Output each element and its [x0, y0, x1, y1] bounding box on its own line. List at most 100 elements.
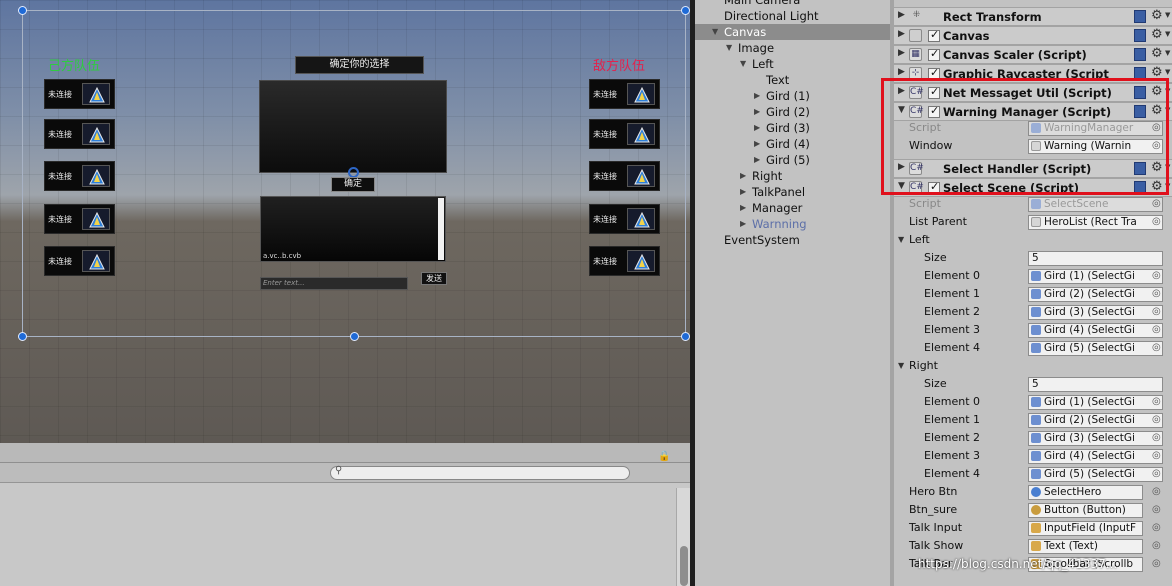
array-element-row[interactable]: Element 3 Gird (4) (SelectGi ◎	[894, 321, 1172, 339]
prop-value[interactable]: Gird (4) (SelectGi	[1028, 449, 1163, 464]
chat-input[interactable]: Enter text...	[260, 277, 408, 290]
player-slot[interactable]: 未连接	[44, 119, 115, 149]
console-scrollbar[interactable]	[676, 488, 690, 586]
object-picker-icon[interactable]: ◎	[1152, 483, 1161, 501]
fold-icon[interactable]: ▶	[898, 48, 905, 58]
help-book-icon[interactable]	[1134, 48, 1146, 61]
object-picker-icon[interactable]: ◎	[1152, 555, 1161, 573]
lock-icon[interactable]: 🔒	[658, 451, 670, 462]
prop-right-array[interactable]: ▼ Right	[894, 357, 1172, 375]
array-element-row[interactable]: Element 4 Gird (5) (SelectGi ◎	[894, 465, 1172, 483]
chevron-down-icon[interactable]: ▼	[1165, 30, 1170, 38]
player-slot[interactable]: 未连接	[589, 79, 660, 109]
object-picker-icon[interactable]: ◎	[1152, 447, 1161, 465]
chevron-right-icon[interactable]: ▶	[740, 200, 746, 216]
prop-btn-sure[interactable]: Btn_sure Button (Button) ◎	[894, 501, 1172, 519]
hierarchy-item[interactable]: ▶ Gird (5)	[695, 152, 890, 168]
object-picker-icon[interactable]: ◎	[1152, 537, 1161, 555]
object-picker-icon[interactable]: ◎	[1152, 393, 1161, 411]
object-picker-icon[interactable]: ◎	[1152, 321, 1161, 339]
prop-left-size[interactable]: Size 5	[894, 249, 1172, 267]
chevron-right-icon[interactable]: ▶	[754, 104, 760, 120]
player-slot[interactable]: 未连接	[589, 204, 660, 234]
array-element-row[interactable]: Element 0 Gird (1) (SelectGi ◎	[894, 393, 1172, 411]
rect-handle-top-right[interactable]	[681, 6, 690, 15]
chevron-right-icon[interactable]: ▶	[754, 120, 760, 136]
prop-value[interactable]: Gird (3) (SelectGi	[1028, 431, 1163, 446]
hierarchy-item[interactable]: Main Camera	[695, 0, 890, 8]
chevron-right-icon[interactable]: ▶	[754, 136, 760, 152]
array-element-row[interactable]: Element 2 Gird (3) (SelectGi ◎	[894, 429, 1172, 447]
hierarchy-item[interactable]: ▶ Gird (2)	[695, 104, 890, 120]
hierarchy-item[interactable]: Text	[695, 72, 890, 88]
send-button[interactable]: 发送	[421, 272, 447, 285]
prop-value[interactable]: Gird (1) (SelectGi	[1028, 269, 1163, 284]
object-picker-icon[interactable]: ◎	[1152, 303, 1161, 321]
array-element-row[interactable]: Element 3 Gird (4) (SelectGi ◎	[894, 447, 1172, 465]
prop-value[interactable]: Gird (5) (SelectGi	[1028, 341, 1163, 356]
help-book-icon[interactable]	[1134, 10, 1146, 23]
prop-talk-input[interactable]: Talk Input InputField (InputF ◎	[894, 519, 1172, 537]
chevron-right-icon[interactable]: ▶	[754, 88, 760, 104]
object-picker-icon[interactable]: ◎	[1152, 195, 1161, 213]
rect-handle-bottom-right[interactable]	[681, 332, 690, 341]
player-slot[interactable]: 未连接	[589, 119, 660, 149]
prop-value[interactable]: HeroList (Rect Tra	[1028, 215, 1163, 230]
array-element-row[interactable]: Element 1 Gird (2) (SelectGi ◎	[894, 411, 1172, 429]
object-picker-icon[interactable]: ◎	[1152, 411, 1161, 429]
chevron-down-icon[interactable]: ▼	[1165, 11, 1170, 19]
object-picker-icon[interactable]: ◎	[1152, 267, 1161, 285]
chevron-down-icon[interactable]: ▼	[740, 56, 746, 72]
rect-handle-top-left[interactable]	[18, 6, 27, 15]
console-scroll-thumb[interactable]	[680, 546, 688, 586]
prop-value[interactable]: Gird (2) (SelectGi	[1028, 287, 1163, 302]
hierarchy-item[interactable]: ▼ Left	[695, 56, 890, 72]
size-field[interactable]: 5	[1028, 251, 1163, 266]
player-slot[interactable]: 未连接	[589, 161, 660, 191]
object-picker-icon[interactable]: ◎	[1152, 465, 1161, 483]
object-picker-icon[interactable]: ◎	[1152, 339, 1161, 357]
object-picker-icon[interactable]: ◎	[1152, 429, 1161, 447]
hierarchy-item[interactable]: ▶ Gird (4)	[695, 136, 890, 152]
hierarchy-item[interactable]: Directional Light	[695, 8, 890, 24]
component-canvas[interactable]: ▶ Canvas ⚙ ▼	[894, 26, 1172, 45]
rect-handle-bottom-center[interactable]	[350, 332, 359, 341]
object-picker-icon[interactable]: ◎	[1152, 285, 1161, 303]
hierarchy-item[interactable]: ▶ TalkPanel	[695, 184, 890, 200]
prop-list-parent[interactable]: List Parent HeroList (Rect Tra ◎	[894, 213, 1172, 231]
enabled-checkbox[interactable]	[928, 28, 940, 42]
enabled-checkbox[interactable]	[928, 47, 940, 61]
scene-view[interactable]: 己方队伍 敌方队伍 未连接 未连接 未连接 未连接 未连接 未连接 未连接 未连接 未连接 未连…	[0, 0, 690, 443]
player-slot[interactable]: 未连接	[44, 79, 115, 109]
object-picker-icon[interactable]: ◎	[1152, 501, 1161, 519]
prop-value[interactable]: Button (Button)	[1028, 503, 1143, 518]
fold-icon[interactable]: ▶	[898, 10, 905, 20]
prop-value[interactable]: Text (Text)	[1028, 539, 1143, 554]
component-rect-transform[interactable]: ▶ ⁜ Rect Transform ⚙ ▼	[894, 7, 1172, 26]
array-element-row[interactable]: Element 2 Gird (3) (SelectGi ◎	[894, 303, 1172, 321]
object-picker-icon[interactable]: ◎	[1152, 519, 1161, 537]
prop-left-array[interactable]: ▼ Left	[894, 231, 1172, 249]
hierarchy-item[interactable]: ▶ Right	[695, 168, 890, 184]
prop-value[interactable]: Gird (3) (SelectGi	[1028, 305, 1163, 320]
fold-icon[interactable]: ▶	[898, 29, 905, 39]
prop-hero-btn[interactable]: Hero Btn SelectHero ◎	[894, 483, 1172, 501]
chevron-down-icon[interactable]: ▼	[712, 24, 718, 40]
hierarchy-item[interactable]: ▼ Canvas	[695, 24, 890, 40]
prop-value[interactable]: Gird (4) (SelectGi	[1028, 323, 1163, 338]
player-slot[interactable]: 未连接	[44, 204, 115, 234]
fold-icon[interactable]: ▼	[898, 231, 904, 249]
array-element-row[interactable]: Element 0 Gird (1) (SelectGi ◎	[894, 267, 1172, 285]
chevron-right-icon[interactable]: ▶	[740, 184, 746, 200]
array-element-row[interactable]: Element 1 Gird (2) (SelectGi ◎	[894, 285, 1172, 303]
chevron-right-icon[interactable]: ▶	[740, 216, 746, 232]
help-book-icon[interactable]	[1134, 29, 1146, 42]
prop-value[interactable]: InputField (InputF	[1028, 521, 1143, 536]
fold-icon[interactable]: ▶	[898, 67, 905, 77]
chevron-down-icon[interactable]: ▼	[1165, 68, 1170, 76]
gear-icon[interactable]: ⚙	[1151, 8, 1163, 23]
fold-icon[interactable]: ▼	[898, 357, 904, 375]
prop-value[interactable]: Gird (5) (SelectGi	[1028, 467, 1163, 482]
prop-talk-show[interactable]: Talk Show Text (Text) ◎	[894, 537, 1172, 555]
hierarchy-item[interactable]: ▼ Image	[695, 40, 890, 56]
